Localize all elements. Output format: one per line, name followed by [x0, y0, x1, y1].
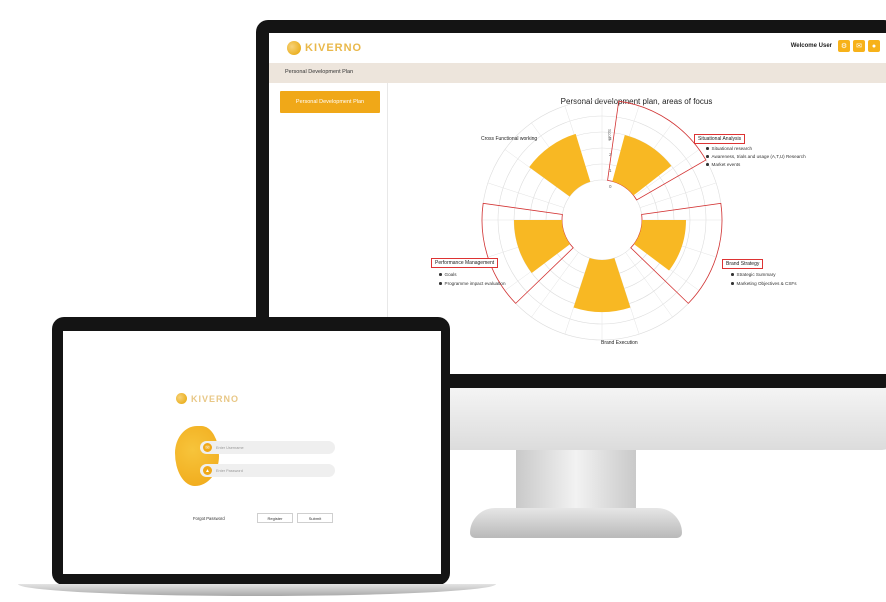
logo-icon: [176, 393, 187, 404]
login-logo: KIVERNO: [176, 393, 239, 404]
username-placeholder: Enter Username: [216, 445, 244, 450]
bullet-item: Programme impact evaluation: [439, 281, 506, 286]
submit-button[interactable]: Submit: [297, 513, 333, 523]
label-brand-execution: Brand Execution: [601, 340, 638, 346]
bullet-item: Goals: [439, 272, 506, 277]
logo-text: KIVERNO: [191, 393, 240, 404]
laptop-screen: KIVERNO ✉ Enter Username ▲ Enter Passwor…: [63, 331, 441, 574]
bullet-item: Market events: [706, 162, 806, 167]
bullet-item: Awareness, trials and usage (A,T,U) Rese…: [706, 154, 806, 159]
tick-label: 2: [609, 152, 612, 157]
forgot-password-link[interactable]: Forgot Password: [193, 516, 225, 521]
bullet-item: Strategic Summary: [731, 272, 797, 277]
label-brand-strategy: Brand Strategy: [722, 259, 764, 269]
bullet-item: Marketing Objectives & CSFs: [731, 281, 797, 286]
lock-icon: ▲: [203, 466, 212, 475]
tick-label: 0: [609, 184, 612, 189]
chart-petal: [514, 220, 571, 273]
password-field[interactable]: ▲ Enter Password: [200, 464, 335, 477]
label-cross-functional: Cross Functional working: [481, 136, 538, 142]
situational-analysis-bullets: Situational research Awareness, trials a…: [706, 146, 806, 167]
mail-icon: ✉: [203, 443, 212, 452]
performance-management-bullets: Goals Programme impact evaluation: [439, 272, 506, 286]
bullet-item: Situational research: [706, 146, 806, 151]
brand-strategy-bullets: Strategic Summary Marketing Objectives &…: [731, 272, 797, 286]
username-field[interactable]: ✉ Enter Username: [200, 441, 335, 454]
password-placeholder: Enter Password: [216, 468, 243, 473]
chart-petal: [573, 258, 631, 312]
register-button[interactable]: Register: [257, 513, 293, 523]
monitor-stand-base: [470, 508, 682, 538]
monitor-stand-neck: [516, 450, 636, 512]
chart-center: [563, 181, 641, 259]
laptop-base: [18, 584, 496, 596]
tick-label: 1: [609, 168, 612, 173]
chart-petal: [633, 220, 686, 271]
label-performance-management: Performance Management: [431, 258, 499, 268]
label-situational-analysis: Situational Analysis: [694, 134, 746, 144]
tick-axis-label: Score: [607, 129, 612, 141]
decorative-blob: [175, 426, 219, 486]
